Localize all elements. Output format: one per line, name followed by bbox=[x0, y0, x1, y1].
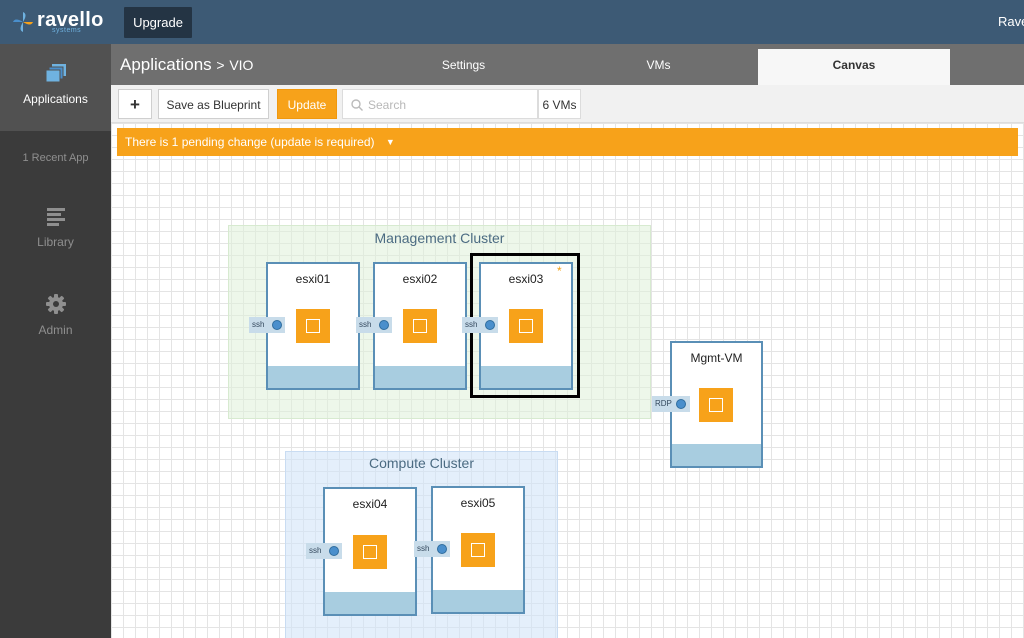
vm-name: esxi04 bbox=[352, 497, 388, 511]
vm-core-icon bbox=[403, 309, 437, 343]
vm-name: esxi02 bbox=[402, 272, 438, 286]
brand-sub: systems bbox=[52, 27, 82, 34]
pinwheel-icon bbox=[13, 12, 33, 32]
vm-name: Mgmt-VM bbox=[690, 351, 743, 365]
ravello-logo[interactable]: ravello systems bbox=[12, 8, 112, 36]
vm-footer bbox=[672, 444, 761, 466]
add-button[interactable]: + bbox=[118, 89, 152, 119]
service-ssh[interactable]: ssh bbox=[306, 543, 342, 559]
breadcrumb-app-name: VIO bbox=[229, 57, 254, 73]
user-menu[interactable]: Ravel bbox=[998, 14, 1024, 29]
vm-name: esxi05 bbox=[460, 496, 496, 510]
search-input[interactable]: Search bbox=[342, 89, 538, 119]
service-label: RDP bbox=[655, 399, 672, 408]
pending-change-mark: * bbox=[557, 264, 562, 278]
applications-icon bbox=[45, 64, 66, 83]
breadcrumb-separator: > bbox=[216, 57, 225, 73]
upgrade-button[interactable]: Upgrade bbox=[124, 7, 192, 38]
sidebar: Applications 1 Recent App Library Admin bbox=[0, 44, 111, 638]
breadcrumb: Applications > VIO bbox=[120, 55, 253, 75]
service-ssh[interactable]: ssh bbox=[462, 317, 498, 333]
service-ssh[interactable]: ssh bbox=[249, 317, 285, 333]
caret-down-icon: ▼ bbox=[385, 137, 395, 147]
service-port-icon bbox=[272, 320, 282, 330]
service-label: ssh bbox=[465, 320, 478, 329]
sidebar-item-label: 1 Recent App bbox=[22, 152, 89, 164]
vm-core-icon bbox=[353, 535, 387, 569]
service-rdp[interactable]: RDP bbox=[652, 396, 690, 412]
search-placeholder: Search bbox=[368, 98, 407, 112]
gear-icon bbox=[45, 294, 66, 314]
sidebar-item-label: Applications bbox=[23, 92, 88, 106]
vm-core-icon bbox=[699, 388, 733, 422]
pending-change-text: There is 1 pending change (update is req… bbox=[125, 135, 375, 149]
tab-settings[interactable]: Settings bbox=[401, 44, 526, 85]
vm-count: 6 VMs bbox=[538, 89, 581, 119]
vm-core-icon bbox=[461, 533, 495, 567]
service-port-icon bbox=[437, 544, 447, 554]
service-label: ssh bbox=[417, 544, 430, 553]
service-label: ssh bbox=[309, 546, 322, 555]
library-icon bbox=[46, 208, 65, 226]
service-label: ssh bbox=[359, 320, 372, 329]
breadcrumb-applications[interactable]: Applications bbox=[120, 55, 212, 74]
service-port-icon bbox=[329, 546, 339, 556]
sidebar-item-label: Admin bbox=[38, 323, 73, 337]
sidebar-item-label: Library bbox=[37, 235, 74, 249]
service-port-icon bbox=[676, 399, 686, 409]
vm-footer bbox=[481, 366, 571, 388]
search-icon bbox=[351, 99, 363, 111]
top-bar: ravello systems Upgrade Ravel bbox=[0, 0, 1024, 44]
sidebar-item-library[interactable]: Library bbox=[0, 208, 111, 249]
service-port-icon bbox=[485, 320, 495, 330]
vm-footer bbox=[433, 590, 523, 612]
service-label: ssh bbox=[252, 320, 265, 329]
cluster-title: Management Cluster bbox=[374, 230, 505, 246]
save-as-blueprint-button[interactable]: Save as Blueprint bbox=[158, 89, 269, 119]
service-port-icon bbox=[379, 320, 389, 330]
vm-footer bbox=[375, 366, 465, 388]
pending-change-banner[interactable]: There is 1 pending change (update is req… bbox=[117, 128, 1018, 156]
cluster-title: Compute Cluster bbox=[368, 455, 475, 471]
tab-vms[interactable]: VMs bbox=[596, 44, 721, 85]
sidebar-item-admin[interactable]: Admin bbox=[0, 294, 111, 337]
sidebar-item-recent-app[interactable]: 1 Recent App bbox=[0, 152, 111, 164]
sidebar-item-applications[interactable]: Applications bbox=[0, 44, 111, 131]
vm-footer bbox=[268, 366, 358, 388]
service-ssh[interactable]: ssh bbox=[356, 317, 392, 333]
tab-canvas[interactable]: Canvas bbox=[758, 49, 950, 85]
app-header: Applications > VIO Settings VMs Canvas bbox=[111, 44, 1024, 85]
vm-core-icon bbox=[509, 309, 543, 343]
toolbar: + Save as Blueprint Update Search 6 VMs bbox=[111, 85, 1024, 123]
vm-footer bbox=[325, 592, 415, 614]
update-button[interactable]: Update bbox=[277, 89, 337, 119]
vm-core-icon bbox=[296, 309, 330, 343]
vm-name: esxi01 bbox=[295, 272, 331, 286]
service-ssh[interactable]: ssh bbox=[414, 541, 450, 557]
